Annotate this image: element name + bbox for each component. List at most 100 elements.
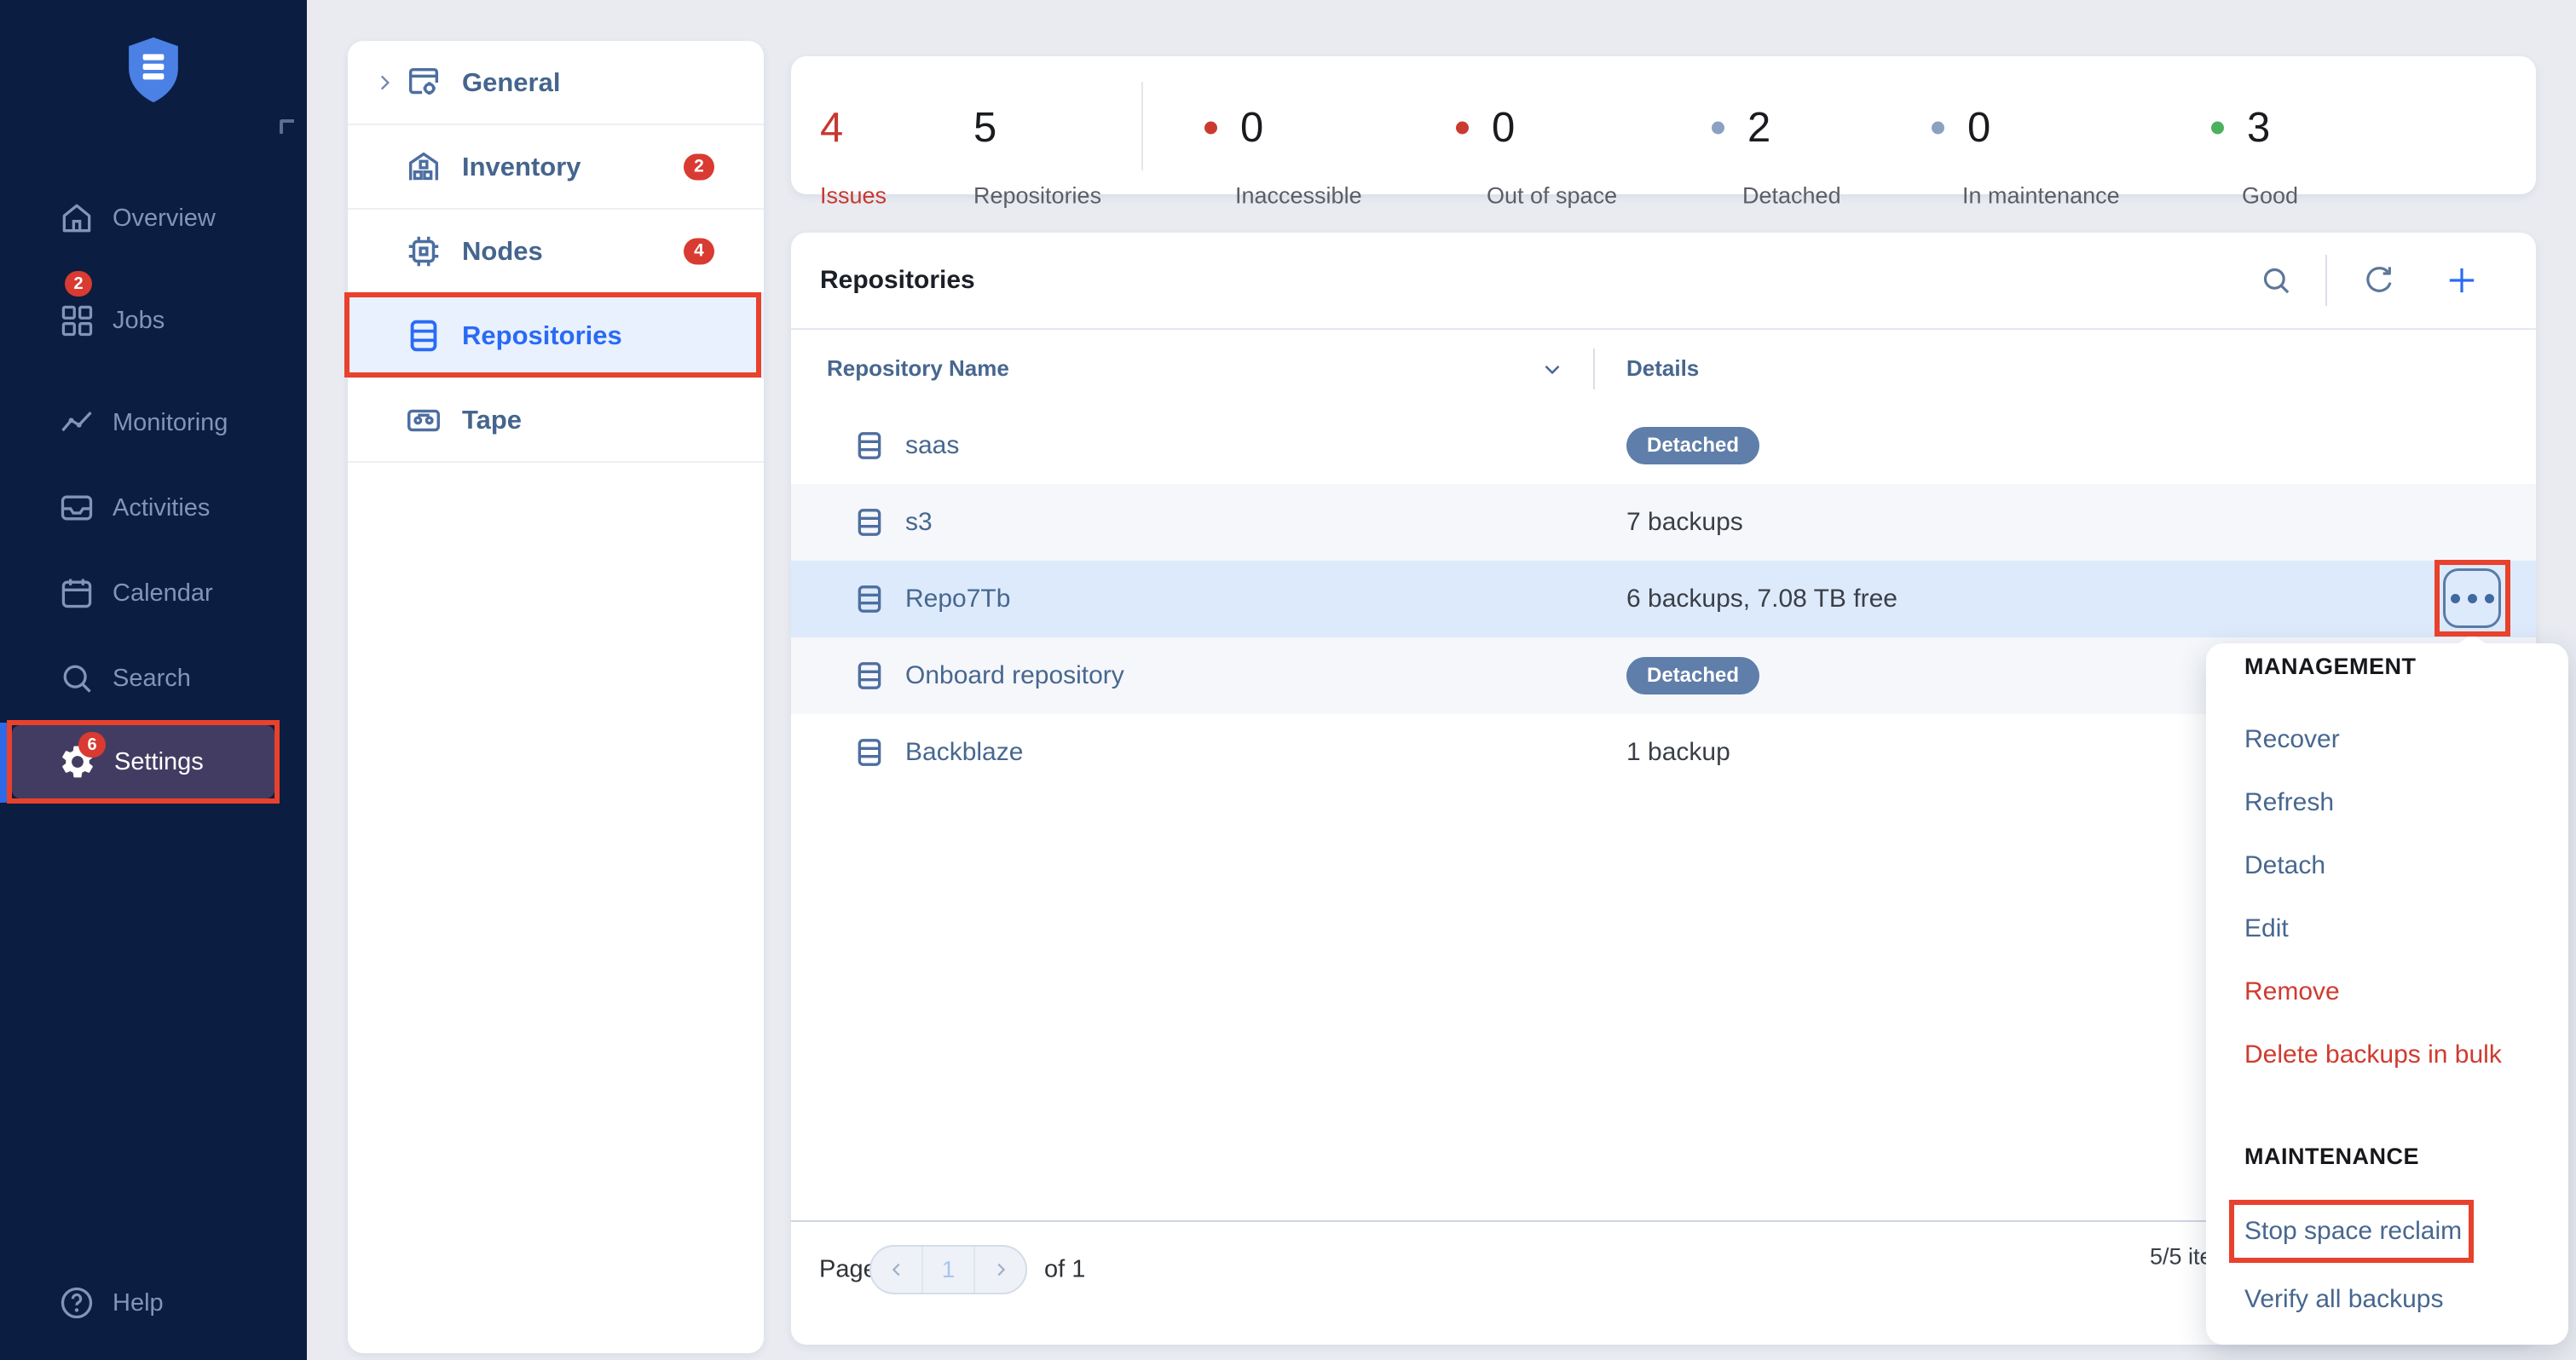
menu-section-header-management: MANAGEMENT [2244, 654, 2417, 680]
sidebar-item-label: Help [113, 1289, 164, 1317]
jobs-badge: 2 [65, 271, 92, 297]
nav-item-label: Repositories [462, 320, 622, 351]
main-sidebar: Overview 2 Jobs Monitoring Activities [0, 0, 307, 1360]
nav-item-repositories[interactable]: Repositories [348, 294, 764, 378]
collapse-sidebar-icon[interactable] [280, 119, 294, 134]
nav-item-inventory[interactable]: Inventory 2 [348, 125, 764, 210]
column-header-repository-name[interactable]: Repository Name [827, 355, 1009, 382]
sidebar-item-search[interactable]: Search [0, 644, 307, 712]
pagination-page-label: Page [819, 1256, 877, 1284]
settings-active-indicator [0, 723, 9, 803]
stat-label: Repositories [973, 183, 1101, 210]
panel-header: Repositories [791, 233, 2536, 330]
repository-icon [852, 735, 887, 769]
app-logo-shield-icon [125, 36, 182, 104]
nodes-badge: 4 [684, 238, 714, 264]
repository-name[interactable]: Repo7Tb [905, 585, 1010, 614]
row-actions-ellipsis-button[interactable] [2443, 568, 2501, 628]
repository-name[interactable]: s3 [905, 508, 933, 537]
menu-item-stop-space-reclaim[interactable]: Stop space reclaim [2244, 1200, 2543, 1263]
status-dot-red [1456, 122, 1469, 135]
chevron-down-icon[interactable] [1539, 356, 1565, 382]
sidebar-item-calendar[interactable]: Calendar [0, 559, 307, 627]
column-divider [1593, 349, 1595, 389]
nav-item-nodes[interactable]: Nodes 4 [348, 210, 764, 294]
repository-name[interactable]: saas [905, 431, 959, 460]
settings-badge: 6 [78, 732, 106, 758]
nav-item-tape[interactable]: Tape [348, 378, 764, 463]
table-row-repo7tb[interactable]: Repo7Tb 6 backups, 7.08 TB free [791, 561, 2536, 637]
status-summary-bar: 4 Issues 5 Repositories 0 Inaccessible 0… [791, 56, 2536, 194]
stat-label: Good [2242, 183, 2298, 210]
sidebar-item-label: Calendar [113, 579, 213, 608]
sidebar-item-monitoring[interactable]: Monitoring [0, 389, 307, 457]
stat-label: Inaccessible [1235, 183, 1362, 210]
table-row-s3[interactable]: s3 7 backups [791, 484, 2536, 561]
stat-value: 0 [1240, 104, 1263, 152]
sidebar-item-activities[interactable]: Activities [0, 474, 307, 542]
stat-value: 5 [973, 104, 996, 152]
stat-label: In maintenance [1962, 183, 2120, 210]
pagination-control: 1 [869, 1245, 1027, 1294]
stat-value: 0 [1492, 104, 1515, 152]
search-icon [58, 660, 95, 697]
sidebar-item-label: Jobs [113, 307, 165, 335]
settings-nav: General Inventory 2 Nodes 4 [348, 41, 764, 1353]
repository-icon [852, 429, 887, 463]
table-row-saas[interactable]: saas Detached [791, 407, 2536, 484]
inventory-badge: 2 [684, 153, 714, 180]
nav-item-label: Nodes [462, 236, 543, 267]
status-dot-green [2211, 122, 2224, 135]
repository-details: 7 backups [1626, 508, 1743, 537]
nav-item-general[interactable]: General [348, 41, 764, 125]
stat-value: 2 [1747, 104, 1770, 152]
pagination-total-pages: of 1 [1044, 1256, 1085, 1284]
refresh-icon[interactable] [2362, 263, 2396, 297]
status-badge-detached: Detached [1626, 657, 1759, 694]
menu-item-detach[interactable]: Detach [2244, 834, 2543, 897]
stat-value: 4 [820, 104, 843, 152]
status-dot-slate [1712, 122, 1724, 135]
stat-value: 0 [1967, 104, 1990, 152]
repository-name[interactable]: Backblaze [905, 738, 1023, 767]
sidebar-item-label: Settings [114, 748, 204, 776]
menu-item-edit[interactable]: Edit [2244, 897, 2543, 960]
chevron-right-icon [991, 1260, 1010, 1279]
column-header-details: Details [1626, 355, 1699, 382]
menu-item-refresh[interactable]: Refresh [2244, 771, 2543, 834]
tape-icon [404, 401, 443, 440]
app-screen: Overview 2 Jobs Monitoring Activities [0, 0, 2576, 1360]
help-icon [58, 1284, 95, 1322]
sidebar-item-settings[interactable]: 6 Settings [12, 725, 274, 798]
sidebar-item-label: Monitoring [113, 409, 228, 437]
repository-icon [852, 505, 887, 539]
stat-label: Detached [1742, 183, 1841, 210]
home-icon [58, 199, 95, 237]
search-icon[interactable] [2259, 263, 2293, 297]
panel-title: Repositories [820, 266, 975, 295]
stats-divider [1141, 82, 1143, 170]
next-page-button[interactable] [973, 1247, 1025, 1293]
previous-page-button[interactable] [871, 1247, 921, 1293]
chevron-left-icon [887, 1260, 906, 1279]
menu-item-recover[interactable]: Recover [2244, 708, 2543, 771]
chevron-right-icon [373, 72, 396, 94]
add-repository-icon[interactable] [2445, 263, 2479, 297]
repository-details: 1 backup [1626, 738, 1730, 767]
sidebar-item-jobs[interactable]: 2 Jobs [0, 286, 307, 354]
current-page-field[interactable]: 1 [921, 1247, 973, 1293]
menu-item-delete-backups-in-bulk[interactable]: Delete backups in bulk [2244, 1023, 2543, 1086]
status-badge-detached: Detached [1626, 427, 1759, 464]
menu-item-verify-all-backups[interactable]: Verify all backups [2244, 1268, 2543, 1331]
nav-item-label: Inventory [462, 152, 581, 182]
menu-item-remove[interactable]: Remove [2244, 960, 2543, 1023]
monitoring-icon [58, 404, 95, 441]
repository-name[interactable]: Onboard repository [905, 661, 1124, 690]
sidebar-item-help[interactable]: Help [0, 1269, 307, 1337]
sidebar-item-overview[interactable]: Overview [0, 184, 307, 252]
sidebar-item-label: Search [113, 665, 191, 693]
inbox-icon [58, 489, 95, 527]
nodes-icon [404, 232, 443, 271]
calendar-icon [58, 574, 95, 612]
grid-icon [58, 302, 95, 339]
